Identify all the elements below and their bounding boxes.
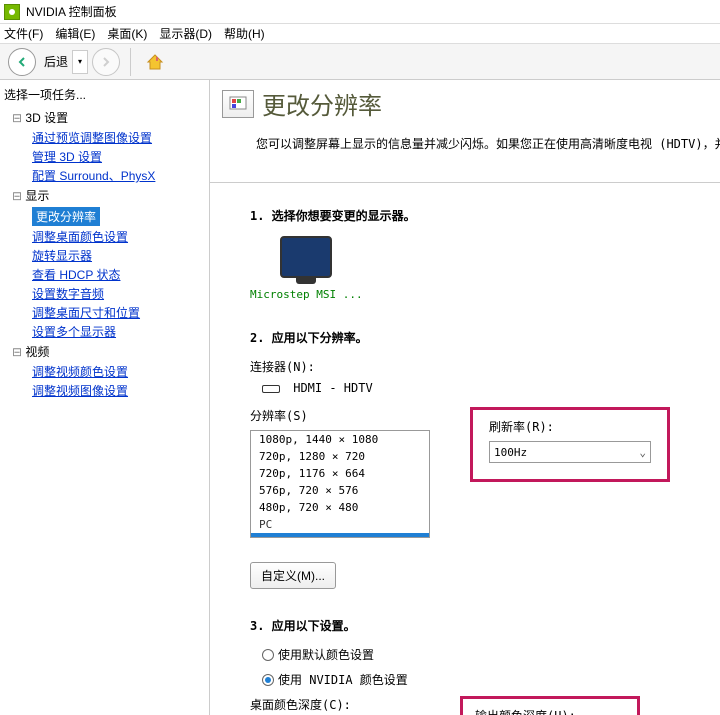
connector-label: 连接器(N):	[250, 358, 700, 375]
content: 选择一项任务... 3D 设置 通过预览调整图像设置 管理 3D 设置 配置 S…	[0, 80, 720, 715]
tree-item-selected-wrapper: 更改分辨率	[4, 206, 205, 227]
section-title: 3. 应用以下设置。	[250, 617, 700, 634]
back-button[interactable]	[8, 48, 36, 76]
titlebar: NVIDIA 控制面板	[0, 0, 720, 24]
header-area: 更改分辨率 您可以调整屏幕上显示的信息量并减少闪烁。如果您正在使用高清晰度电视 …	[210, 80, 720, 183]
tree-item[interactable]: 配置 Surround、PhysX	[4, 166, 205, 185]
list-item[interactable]: 576p, 720 × 576	[251, 482, 429, 499]
section-title: 1. 选择你想要变更的显示器。	[250, 207, 700, 224]
right-column-highlighted: 输出颜色深度(U): 10 bpc 输出动态范围(O): 完全	[460, 696, 640, 715]
radio-icon	[262, 674, 274, 686]
home-button[interactable]	[141, 48, 169, 76]
tree-group-label[interactable]: 3D 设置	[4, 107, 205, 128]
monitor-icon	[280, 236, 332, 278]
monitor-label: Microstep MSI ...	[250, 288, 363, 301]
list-item[interactable]: 720p, 1280 × 720	[251, 448, 429, 465]
refresh-rate-box: 刷新率(R): 100Hz	[470, 407, 670, 482]
radio-icon	[262, 649, 274, 661]
tree-item[interactable]: 查看 HDCP 状态	[4, 265, 205, 284]
left-column: 桌面颜色深度(C): 最高 (32-位) 输出颜色格式(P): RGB	[250, 696, 420, 715]
tree-item[interactable]: 旋转显示器	[4, 246, 205, 265]
back-label: 后退	[44, 53, 68, 70]
section-title: 2. 应用以下分辨率。	[250, 329, 700, 346]
tree-item[interactable]: 管理 3D 设置	[4, 147, 205, 166]
menu-display[interactable]: 显示器(D)	[159, 25, 212, 42]
toolbar: 后退 ▾	[0, 44, 720, 80]
page-description: 您可以调整屏幕上显示的信息量并减少闪烁。如果您正在使用高清晰度电视 (HDTV)…	[222, 135, 708, 152]
tree-item[interactable]: 调整桌面尺寸和位置	[4, 303, 205, 322]
color-settings-grid: 桌面颜色深度(C): 最高 (32-位) 输出颜色格式(P): RGB 输出颜色…	[250, 696, 700, 715]
radio-default-color[interactable]: 使用默认颜色设置	[250, 646, 700, 663]
resolution-column: 分辨率(S) 1080p, 1440 × 1080 720p, 1280 × 7…	[250, 407, 430, 538]
tree-group-label[interactable]: 显示	[4, 185, 205, 206]
list-item[interactable]: 480p, 720 × 480	[251, 499, 429, 516]
forward-button	[92, 48, 120, 76]
tree-group-label[interactable]: 视频	[4, 341, 205, 362]
separator	[130, 48, 131, 76]
connector-value: HDMI - HDTV	[293, 381, 372, 395]
list-group-pc: PC	[251, 516, 429, 533]
tree-item[interactable]: 调整视频颜色设置	[4, 362, 205, 381]
tree-item[interactable]: 通过预览调整图像设置	[4, 128, 205, 147]
field-label: 输出颜色深度(U):	[475, 707, 625, 715]
tree-item[interactable]: 设置数字音频	[4, 284, 205, 303]
refresh-rate-select[interactable]: 100Hz	[489, 441, 651, 463]
back-history-dropdown[interactable]: ▾	[72, 50, 88, 74]
field-label: 桌面颜色深度(C):	[250, 696, 420, 713]
list-item-selected[interactable]: 1920 × 1080	[251, 533, 429, 538]
connector-value-row: HDMI - HDTV	[250, 381, 700, 395]
window-title: NVIDIA 控制面板	[26, 3, 117, 20]
nvidia-icon	[4, 4, 20, 20]
desktop-depth-field: 桌面颜色深度(C): 最高 (32-位)	[250, 696, 420, 715]
resolution-label: 分辨率(S)	[250, 407, 430, 424]
page-title: 更改分辨率	[222, 86, 708, 121]
monitor-tile[interactable]: Microstep MSI ...	[250, 236, 363, 301]
resolution-icon	[222, 90, 254, 118]
refresh-label: 刷新率(R):	[489, 418, 651, 435]
menu-file[interactable]: 文件(F)	[4, 25, 43, 42]
resolution-listbox[interactable]: 1080p, 1440 × 1080 720p, 1280 × 720 720p…	[250, 430, 430, 538]
page-title-text: 更改分辨率	[262, 86, 382, 121]
section-color-settings: 3. 应用以下设置。 使用默认颜色设置 使用 NVIDIA 颜色设置 桌面颜色深…	[250, 617, 700, 715]
custom-button[interactable]: 自定义(M)...	[250, 562, 336, 589]
section-select-display: 1. 选择你想要变更的显示器。 Microstep MSI ...	[250, 207, 700, 301]
body-area: 1. 选择你想要变更的显示器。 Microstep MSI ... 2. 应用以…	[210, 183, 720, 715]
sidebar-title: 选择一项任务...	[4, 84, 205, 105]
radio-label: 使用默认颜色设置	[278, 646, 374, 663]
nav-tree: 3D 设置 通过预览调整图像设置 管理 3D 设置 配置 Surround、Ph…	[4, 105, 205, 400]
tree-item[interactable]: 调整桌面颜色设置	[4, 227, 205, 246]
menu-desktop[interactable]: 桌面(K)	[107, 25, 147, 42]
tree-group-3d: 3D 设置 通过预览调整图像设置 管理 3D 设置 配置 Surround、Ph…	[4, 107, 205, 185]
main-panel: 更改分辨率 您可以调整屏幕上显示的信息量并减少闪烁。如果您正在使用高清晰度电视 …	[210, 80, 720, 715]
tree-group-video: 视频 调整视频颜色设置 调整视频图像设置	[4, 341, 205, 400]
radio-nvidia-color[interactable]: 使用 NVIDIA 颜色设置	[250, 671, 700, 688]
tree-group-display: 显示 更改分辨率 调整桌面颜色设置 旋转显示器 查看 HDCP 状态 设置数字音…	[4, 185, 205, 341]
radio-label: 使用 NVIDIA 颜色设置	[278, 671, 408, 688]
menu-help[interactable]: 帮助(H)	[224, 25, 265, 42]
output-depth-field: 输出颜色深度(U): 10 bpc	[475, 707, 625, 715]
list-item[interactable]: 1080p, 1440 × 1080	[251, 431, 429, 448]
tree-item[interactable]: 调整视频图像设置	[4, 381, 205, 400]
tree-item-change-resolution[interactable]: 更改分辨率	[32, 207, 100, 226]
menubar: 文件(F) 编辑(E) 桌面(K) 显示器(D) 帮助(H)	[0, 24, 720, 44]
hdmi-icon	[262, 385, 280, 393]
list-item[interactable]: 720p, 1176 × 664	[251, 465, 429, 482]
section-resolution: 2. 应用以下分辨率。 连接器(N): HDMI - HDTV 分辨率(S) 1…	[250, 329, 700, 589]
menu-edit[interactable]: 编辑(E)	[55, 25, 95, 42]
tree-item[interactable]: 设置多个显示器	[4, 322, 205, 341]
sidebar: 选择一项任务... 3D 设置 通过预览调整图像设置 管理 3D 设置 配置 S…	[0, 80, 210, 715]
